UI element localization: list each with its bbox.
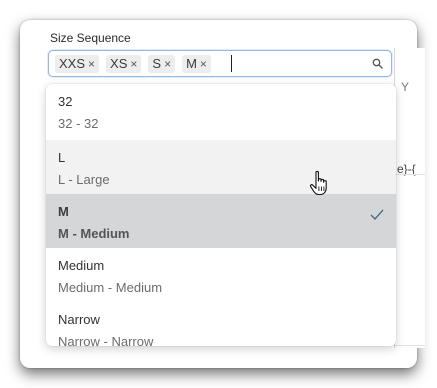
option-code: L bbox=[58, 150, 66, 165]
size-sequence-input[interactable]: XXS × XS × S × M × bbox=[48, 50, 392, 77]
option-l[interactable]: L L - Large bbox=[46, 140, 396, 194]
tag-label: M bbox=[186, 56, 197, 71]
divider bbox=[395, 345, 425, 346]
option-narrow[interactable]: Narrow Narrow - Narrow bbox=[46, 302, 396, 346]
tag-chip: S × bbox=[148, 55, 176, 73]
remove-tag-icon[interactable]: × bbox=[130, 55, 137, 73]
option-32[interactable]: 32 32 - 32 bbox=[46, 84, 396, 138]
divider bbox=[395, 174, 425, 175]
option-code: 32 bbox=[58, 94, 73, 109]
text-caret bbox=[231, 55, 232, 72]
option-description: L - Large bbox=[58, 172, 110, 187]
tag-label: XS bbox=[110, 56, 128, 71]
option-code: Medium bbox=[58, 258, 105, 273]
size-options-dropdown: 32 32 - 32 L L - Large M M - Medium Medi… bbox=[46, 84, 396, 346]
tag-list: XXS × XS × S × M × bbox=[55, 55, 211, 73]
option-code: M bbox=[58, 204, 69, 219]
option-description: Narrow - Narrow bbox=[58, 334, 154, 346]
search-icon[interactable] bbox=[372, 58, 383, 69]
background-table-edge: Y e}-{ bbox=[394, 48, 425, 348]
remove-tag-icon[interactable]: × bbox=[88, 55, 95, 73]
option-description: 32 - 32 bbox=[58, 116, 99, 131]
tag-chip: XS × bbox=[106, 55, 142, 73]
option-medium[interactable]: Medium Medium - Medium bbox=[46, 248, 396, 302]
tag-chip: M × bbox=[182, 55, 211, 73]
option-m[interactable]: M M - Medium bbox=[46, 194, 396, 248]
remove-tag-icon[interactable]: × bbox=[200, 55, 207, 73]
checkmark-icon bbox=[370, 209, 384, 221]
hand-pointer-cursor-icon bbox=[309, 170, 327, 196]
background-label-fragment: Y bbox=[401, 80, 410, 94]
option-description: Medium - Medium bbox=[58, 280, 163, 295]
tag-label: S bbox=[152, 56, 162, 71]
option-code: Narrow bbox=[58, 312, 100, 327]
tag-label: XXS bbox=[59, 56, 86, 71]
size-sequence-label: Size Sequence bbox=[50, 31, 131, 45]
remove-tag-icon[interactable]: × bbox=[164, 55, 171, 73]
option-description: M - Medium bbox=[58, 226, 130, 241]
tag-chip: XXS × bbox=[55, 55, 100, 73]
